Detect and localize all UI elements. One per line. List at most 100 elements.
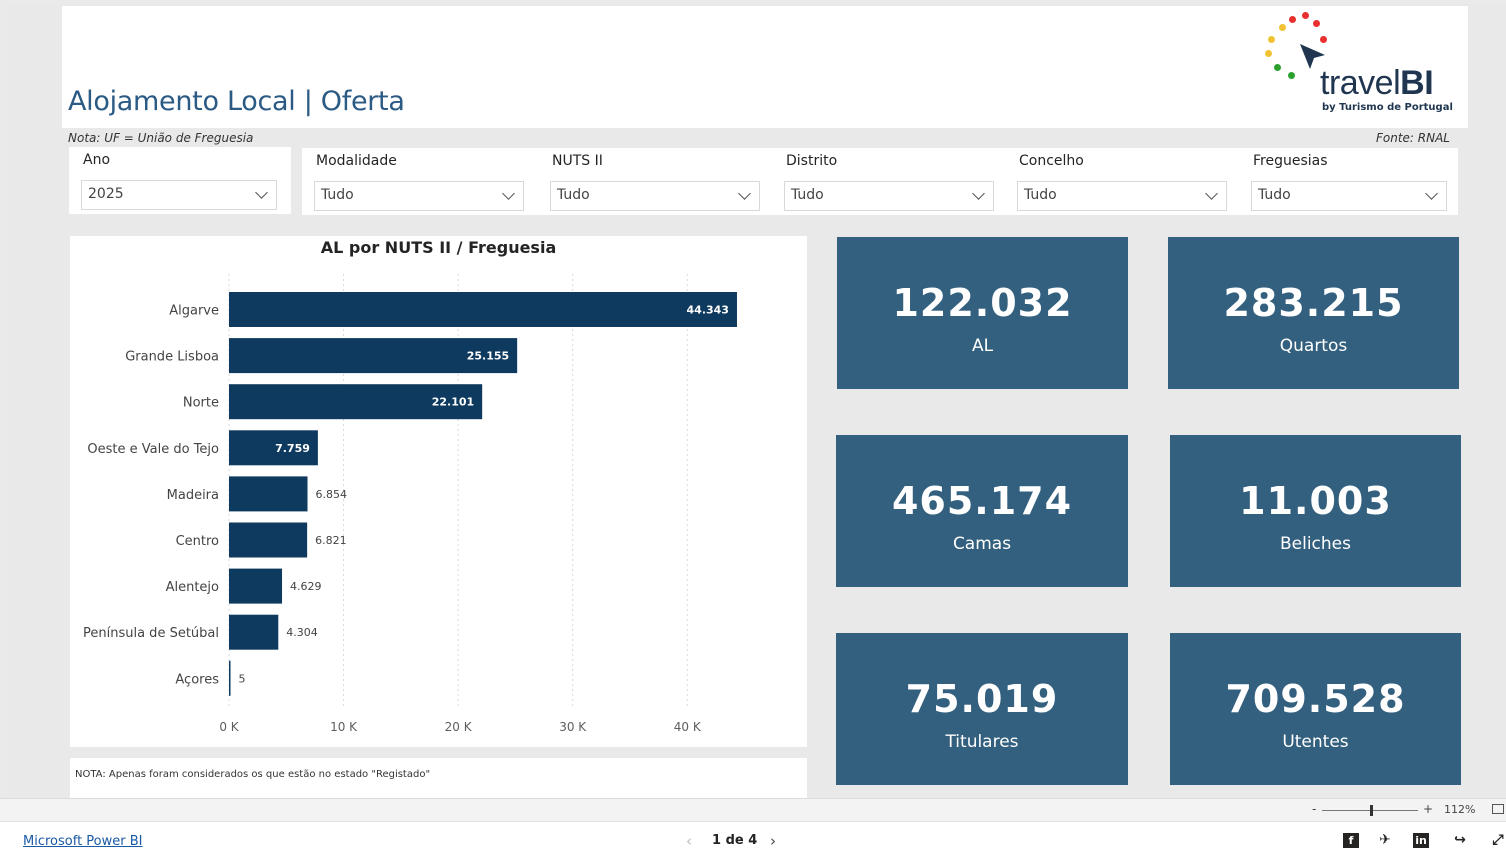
slicer-concelho: Concelho Tudo — [1005, 148, 1241, 215]
twitter-icon[interactable]: ✈ — [1377, 833, 1393, 848]
slicer-label: Distrito — [786, 153, 838, 169]
slicer-value: Tudo — [1258, 187, 1291, 203]
linkedin-icon[interactable]: in — [1413, 833, 1429, 848]
kpi-value: 465.174 — [891, 479, 1073, 523]
chart-title: AL por NUTS II / Freguesia — [320, 238, 557, 257]
slicer-freguesias: Freguesias Tudo — [1239, 148, 1458, 215]
slicer-value: Tudo — [557, 187, 590, 203]
kpi-value: 11.003 — [1239, 479, 1392, 523]
chevron-down-icon — [738, 187, 751, 200]
slicer-dropdown-ano[interactable]: 2025 — [81, 180, 277, 210]
kpi-label: Titulares — [945, 732, 1019, 752]
data-label: 4.629 — [290, 580, 322, 593]
chevron-down-icon — [502, 187, 515, 200]
slicer-label: Concelho — [1019, 153, 1084, 169]
expand-icon[interactable]: ⤢ — [1490, 833, 1506, 848]
x-tick-label: 30 K — [559, 720, 587, 734]
previous-page-button[interactable]: ‹ — [686, 832, 692, 850]
travelbi-logo: travelBI by Turismo de Portugal — [1258, 8, 1458, 120]
zoom-in-button[interactable]: + — [1423, 802, 1433, 816]
kpi-value: 709.528 — [1225, 677, 1406, 721]
slicer-value: 2025 — [88, 186, 124, 202]
kpi-value: 75.019 — [905, 677, 1059, 721]
category-label: Centro — [176, 534, 219, 549]
logo-word: travelBI — [1320, 64, 1434, 102]
bar[interactable] — [229, 522, 308, 558]
footer-bar: Microsoft Power BI ‹ 1 de 4 › f ✈ in ↪ ⤢ — [0, 821, 1506, 851]
slicer-distrito: Distrito Tudo — [772, 148, 1008, 215]
kpi-label: Camas — [952, 534, 1012, 554]
x-tick-label: 0 K — [219, 720, 239, 734]
slicer-dropdown-nuts-ii[interactable]: Tudo — [550, 181, 760, 211]
share-icon[interactable]: ↪ — [1452, 833, 1468, 848]
slicer-label: Ano — [83, 152, 111, 168]
slicer-value: Tudo — [321, 187, 354, 203]
category-label: Algarve — [169, 304, 219, 319]
chevron-down-icon — [255, 186, 268, 199]
slicer-dropdown-modalidade[interactable]: Tudo — [314, 181, 524, 211]
chart-note: NOTA: Apenas foram considerados os que e… — [75, 769, 431, 780]
uf-note: Nota: UF = União de Freguesia — [68, 131, 254, 145]
data-label: 22.101 — [432, 396, 474, 409]
kpi-card-titulares[interactable]: 75.019 Titulares — [836, 633, 1128, 785]
bar[interactable] — [229, 476, 308, 512]
bar[interactable] — [229, 568, 283, 604]
source-note: Fonte: RNAL — [1375, 131, 1450, 145]
kpi-label: Utentes — [1282, 732, 1349, 752]
category-label: Norte — [183, 396, 219, 411]
data-label: 7.759 — [275, 442, 310, 455]
data-label: 44.343 — [687, 304, 729, 317]
kpi-card-utentes[interactable]: 709.528 Utentes — [1170, 633, 1461, 785]
chevron-down-icon — [1425, 187, 1438, 200]
slicer-label: Freguesias — [1253, 153, 1328, 169]
slicer-dropdown-freguesias[interactable]: Tudo — [1251, 181, 1447, 211]
chevron-down-icon — [1205, 187, 1218, 200]
category-label: Oeste e Vale do Tejo — [87, 442, 219, 457]
kpi-card-al[interactable]: 122.032 AL — [837, 237, 1128, 389]
bar-chart-card: 0 K 10 K 20 K 30 K 40 K Algarve 44.343 Grande L… — [70, 236, 807, 747]
kpi-card-camas[interactable]: 465.174 Camas — [836, 435, 1128, 587]
zoom-bar: - + 112% — [0, 798, 1506, 821]
zoom-out-button[interactable]: - — [1312, 802, 1316, 816]
x-tick-label: 40 K — [674, 720, 702, 734]
next-page-button[interactable]: › — [770, 832, 776, 850]
bar[interactable] — [229, 614, 279, 650]
bar-chart[interactable]: 0 K 10 K 20 K 30 K 40 K Algarve 44.343 Grande L… — [70, 236, 807, 747]
fit-to-page-icon[interactable] — [1492, 804, 1504, 814]
kpi-value: 122.032 — [892, 281, 1073, 325]
slicer-value: Tudo — [791, 187, 824, 203]
page-title: Alojamento Local | Oferta — [68, 86, 405, 117]
slicer-label: NUTS II — [552, 153, 603, 169]
slicer-modalidade: Modalidade Tudo — [302, 148, 538, 215]
kpi-value: 283.215 — [1223, 281, 1404, 325]
category-label: Península de Setúbal — [83, 626, 219, 641]
category-label: Açores — [175, 672, 219, 687]
data-label: 25.155 — [467, 350, 509, 363]
chart-note-card: NOTA: Apenas foram considerados os que e… — [70, 758, 807, 798]
slicer-ano: Ano 2025 — [69, 147, 291, 214]
facebook-icon[interactable]: f — [1343, 833, 1359, 848]
slicer-nuts-ii: NUTS II Tudo — [538, 148, 774, 215]
x-tick-label: 10 K — [330, 720, 358, 734]
bar[interactable] — [229, 292, 737, 327]
zoom-slider-handle[interactable] — [1370, 805, 1373, 816]
kpi-card-quartos[interactable]: 283.215 Quartos — [1168, 237, 1459, 389]
power-bi-link[interactable]: Microsoft Power BI — [23, 834, 142, 849]
page-indicator: 1 de 4 — [712, 833, 758, 848]
x-tick-label: 20 K — [445, 720, 473, 734]
slicer-dropdown-concelho[interactable]: Tudo — [1017, 181, 1227, 211]
kpi-label: Beliches — [1279, 534, 1351, 554]
data-label: 6.821 — [315, 534, 347, 547]
zoom-level: 112% — [1444, 803, 1476, 816]
kpi-label: Quartos — [1279, 336, 1348, 356]
slicer-value: Tudo — [1024, 187, 1057, 203]
category-label: Alentejo — [166, 580, 219, 595]
data-label: 6.854 — [316, 488, 348, 501]
slicer-dropdown-distrito[interactable]: Tudo — [784, 181, 994, 211]
kpi-label: AL — [971, 336, 994, 356]
bar[interactable] — [229, 660, 231, 696]
kpi-card-beliches[interactable]: 11.003 Beliches — [1170, 435, 1461, 587]
category-label: Madeira — [167, 488, 219, 503]
slicer-label: Modalidade — [316, 153, 397, 169]
logo-subtitle: by Turismo de Portugal — [1322, 102, 1453, 113]
